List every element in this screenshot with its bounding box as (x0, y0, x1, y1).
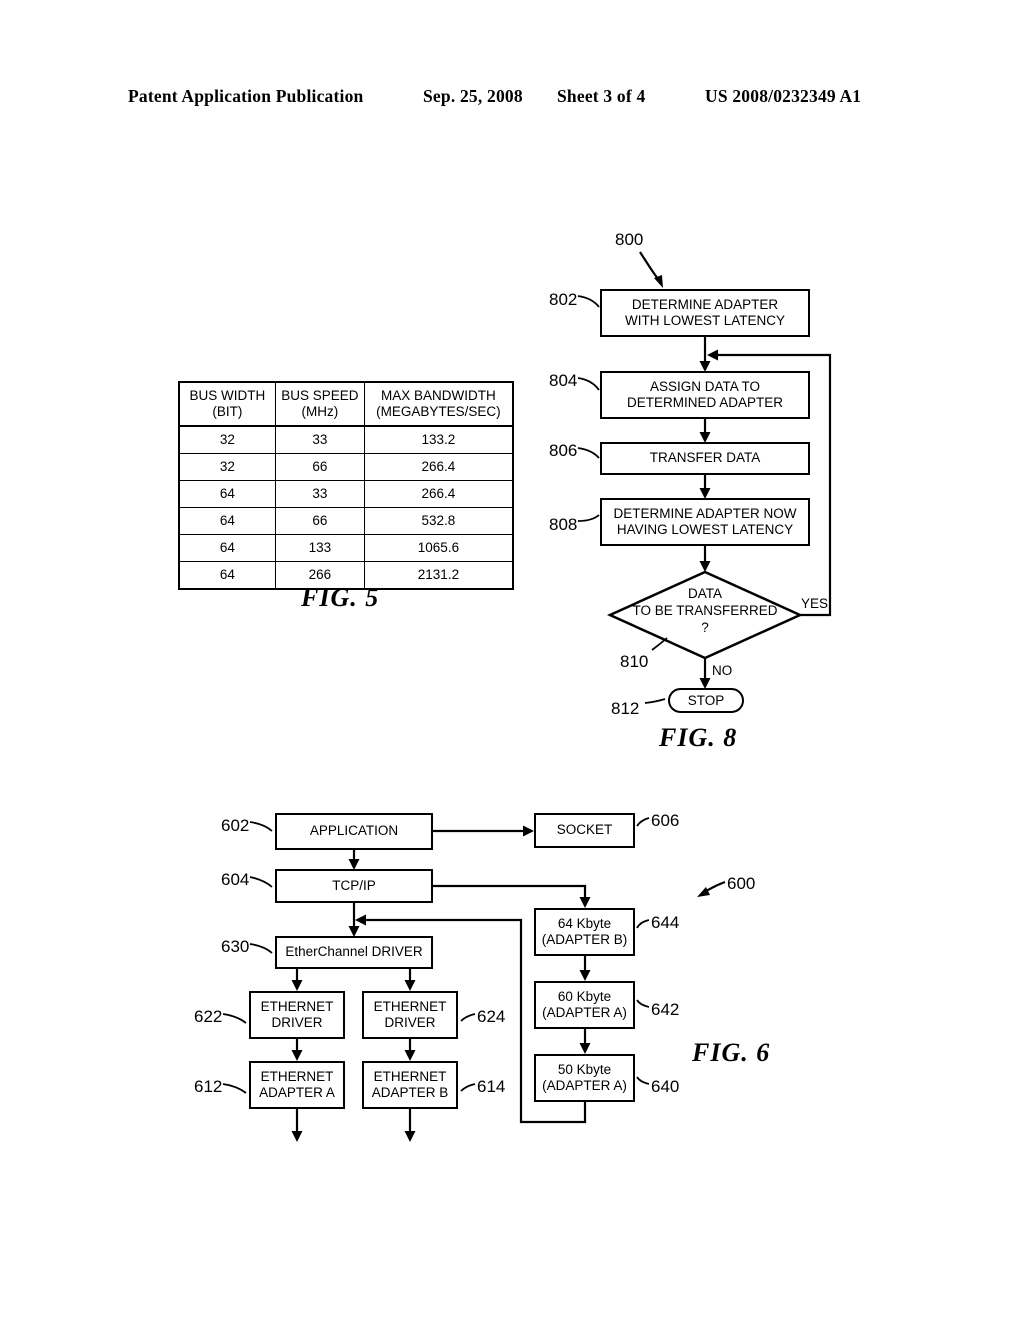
fig5-cell: 32 (178, 425, 276, 454)
fig5-cell: 64 (178, 507, 276, 535)
fig5-caption: FIG. 5 (301, 583, 380, 612)
fig5-cell: 33 (274, 425, 365, 454)
fig6-block-ethernet-adapter-b: ETHERNET ADAPTER B (362, 1061, 458, 1109)
fig5-bus-bandwidth-table: BUS WIDTH (BIT) BUS SPEED (MHz) MAX BANDWI… (178, 381, 514, 590)
fig8-figure-ref: 800 (615, 230, 644, 249)
fig6-block-etherchannel-driver-ref: 630 (221, 937, 250, 956)
fig6-block-socket-ref: 606 (651, 811, 680, 830)
fig8-step-808-ref: 808 (549, 515, 578, 534)
fig8-step-804-ref: 804 (549, 371, 578, 390)
fig5-cell: 133 (274, 534, 365, 562)
fig5-table-row: 32 33 133.2 (178, 425, 514, 454)
fig5-table-row: 64 133 1065.6 (178, 534, 514, 562)
fig5-cell: 32 (178, 453, 276, 481)
fig6-block-application-ref: 602 (221, 816, 250, 835)
fig6-block-ethernet-adapter-b-ref: 614 (477, 1077, 506, 1096)
fig5-cell: 64 (178, 534, 276, 562)
fig8-decision-ref: 810 (620, 652, 649, 671)
fig6-buffer-64kbyte-ref: 644 (651, 913, 680, 932)
fig5-cell: 133.2 (363, 425, 514, 454)
fig5-column-header: BUS WIDTH (BIT) (178, 381, 276, 427)
fig6-buffer-64kbyte: 64 Kbyte (ADAPTER B) (534, 908, 635, 956)
fig5-cell: 64 (178, 480, 276, 508)
publication-date: Sep. 25, 2008 (423, 86, 523, 106)
fig5-cell: 66 (274, 453, 365, 481)
fig5-cell: 266.4 (363, 453, 514, 481)
fig6-block-ethernet-driver-624-ref: 624 (477, 1007, 506, 1026)
fig8-decision-shape-layer (606, 570, 804, 660)
fig6-figure-ref: 600 (727, 874, 756, 893)
fig5-cell: 532.8 (363, 507, 514, 535)
fig5-column-header: BUS SPEED (MHz) (274, 381, 365, 427)
fig5-header-row: BUS WIDTH (BIT) BUS SPEED (MHz) MAX BANDWI… (178, 381, 514, 427)
fig5-cell: 2131.2 (363, 561, 514, 590)
fig6-block-application: APPLICATION (275, 813, 433, 850)
fig8-caption: FIG. 8 (659, 723, 738, 752)
fig8-step-804: ASSIGN DATA TO DETERMINED ADAPTER (600, 371, 810, 419)
fig6-block-ethernet-adapter-a-ref: 612 (194, 1077, 223, 1096)
fig6-buffer-60kbyte-ref: 642 (651, 1000, 680, 1019)
fig5-table-row: 64 33 266.4 (178, 480, 514, 508)
fig6-block-ethernet-driver-622-ref: 622 (194, 1007, 223, 1026)
fig6-connector-layer (222, 817, 726, 1142)
fig6-block-etherchannel-driver: EtherChannel DRIVER (275, 936, 433, 969)
fig6-block-tcpip: TCP/IP (275, 869, 433, 903)
fig6-block-ethernet-driver-624: ETHERNET DRIVER (362, 991, 458, 1039)
fig6-block-ethernet-driver-622: ETHERNET DRIVER (249, 991, 345, 1039)
fig5-cell: 64 (178, 561, 276, 590)
fig6-buffer-60kbyte: 60 Kbyte (ADAPTER A) (534, 981, 635, 1029)
fig8-terminator-stop: STOP (668, 688, 744, 713)
fig5-cell: 66 (274, 507, 365, 535)
fig5-cell: 266.4 (363, 480, 514, 508)
fig8-terminator-ref: 812 (611, 699, 640, 718)
fig8-step-806: TRANSFER DATA (600, 442, 810, 475)
fig6-caption: FIG. 6 (692, 1038, 771, 1067)
fig8-step-802: DETERMINE ADAPTER WITH LOWEST LATENCY (600, 289, 810, 337)
fig6-block-ethernet-adapter-a: ETHERNET ADAPTER A (249, 1061, 345, 1109)
fig6-buffer-50kbyte-ref: 640 (651, 1077, 680, 1096)
fig8-no-label: NO (712, 663, 733, 678)
fig6-block-socket: SOCKET (534, 813, 635, 848)
publication-header-title: Patent Application Publication (128, 86, 364, 106)
fig5-table-row: 32 66 266.4 (178, 453, 514, 481)
fig6-block-tcpip-ref: 604 (221, 870, 250, 889)
sheet-number: Sheet 3 of 4 (557, 86, 646, 106)
publication-header: Patent Application Publication Sep. 25, … (0, 86, 1024, 112)
fig8-yes-label: YES (801, 596, 829, 611)
fig8-decision-label: DATA TO BE TRANSFERRED ? (632, 586, 778, 635)
fig5-cell: 33 (274, 480, 365, 508)
fig8-step-808: DETERMINE ADAPTER NOW HAVING LOWEST LATE… (600, 498, 810, 546)
fig6-buffer-50kbyte: 50 Kbyte (ADAPTER A) (534, 1054, 635, 1102)
fig8-step-806-ref: 806 (549, 441, 578, 460)
patent-number: US 2008/0232349 A1 (705, 86, 862, 106)
fig8-step-802-ref: 802 (549, 290, 578, 309)
fig5-table-row: 64 66 532.8 (178, 507, 514, 535)
fig8-connector-layer (577, 251, 832, 704)
fig5-column-header: MAX BANDWIDTH (MEGABYTES/SEC) (363, 381, 514, 427)
fig5-cell: 1065.6 (363, 534, 514, 562)
